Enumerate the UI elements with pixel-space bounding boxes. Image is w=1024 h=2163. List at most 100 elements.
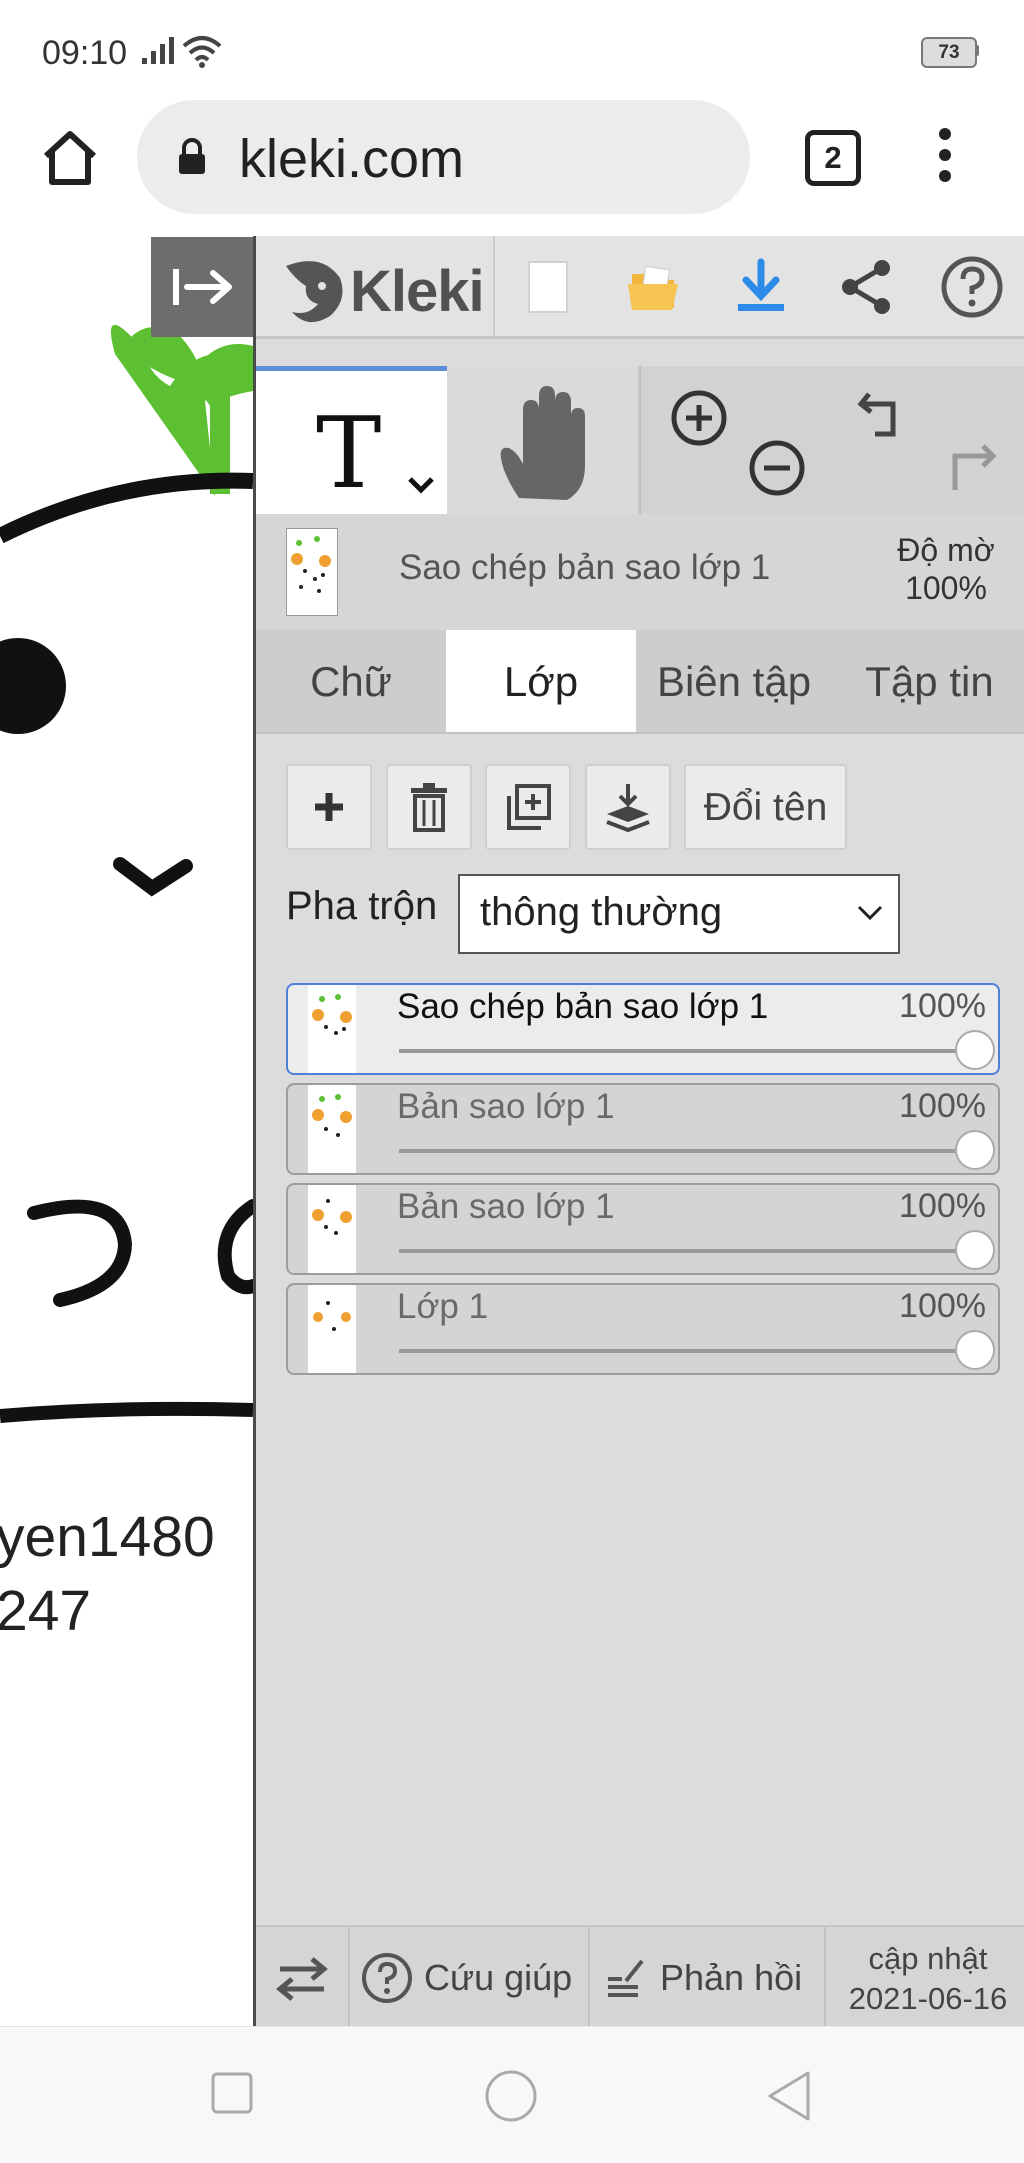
recent-apps-icon[interactable]	[210, 2071, 254, 2115]
layer-opacity-slider-track[interactable]	[399, 1349, 974, 1353]
layer-opacity-slider-track[interactable]	[399, 1249, 974, 1253]
zoom-in-icon[interactable]	[669, 388, 729, 448]
layer-thumbnail	[308, 985, 356, 1073]
update-date: 2021-06-16	[848, 1981, 1008, 2016]
layer-thumbnail	[308, 1285, 356, 1373]
layer-thumbnail	[308, 1085, 356, 1173]
collapse-arrow-icon	[173, 269, 232, 305]
toolbar-divider	[493, 236, 495, 336]
layer-thumbnail-image	[313, 1301, 351, 1331]
zoom-controls	[639, 366, 833, 514]
merge-down-icon	[606, 784, 650, 832]
trash-icon	[411, 783, 447, 832]
layer-opacity-slider-track[interactable]	[399, 1049, 974, 1053]
layers-section: Đổi tên Pha trộn thông thường Sao chép b…	[256, 734, 1024, 1909]
tool-row: T	[256, 366, 1024, 516]
layer-item[interactable]: Bản sao lớp 1 100%	[286, 1083, 1000, 1175]
plus-icon	[315, 793, 343, 821]
tab-layers[interactable]: Lớp	[446, 630, 636, 732]
layer-item[interactable]: Lớp 1 100%	[286, 1283, 1000, 1375]
battery-indicator: 73	[921, 37, 977, 68]
current-layer-thumbnail	[286, 528, 338, 616]
delete-layer-button[interactable]	[386, 764, 472, 850]
history-controls	[831, 366, 1024, 514]
add-layer-button[interactable]	[286, 764, 372, 850]
canvas-text-line1: yen1480	[0, 1505, 215, 1569]
duplicate-icon	[507, 784, 551, 830]
update-label: cập nhật	[868, 1941, 988, 1976]
hand-icon	[500, 386, 585, 500]
hand-tool-button[interactable]	[447, 366, 637, 514]
collapse-panel-button[interactable]	[151, 237, 253, 337]
app-name: Kleki	[350, 259, 485, 324]
zoom-out-icon[interactable]	[747, 438, 807, 498]
layer-name: Bản sao lớp 1	[397, 1187, 615, 1226]
signal-icon	[142, 37, 174, 64]
layer-opacity-slider-handle[interactable]	[955, 1330, 995, 1370]
layer-opacity: 100%	[899, 1087, 986, 1125]
layer-name: Bản sao lớp 1	[397, 1087, 615, 1126]
merge-down-button[interactable]	[585, 764, 671, 850]
layer-opacity: 100%	[899, 1287, 986, 1325]
layer-opacity-slider-handle[interactable]	[955, 1130, 995, 1170]
kleki-logo-icon	[286, 261, 343, 323]
swap-sides-icon[interactable]	[274, 1953, 330, 2005]
help-icon[interactable]	[939, 254, 1005, 320]
current-layer-info: Sao chép bản sao lớp 1 Độ mờ 100%	[256, 514, 1024, 630]
share-icon[interactable]	[834, 254, 900, 320]
layer-opacity: 100%	[899, 1187, 986, 1225]
home-icon[interactable]	[40, 128, 100, 188]
tab-switcher-button[interactable]: 2	[805, 130, 861, 186]
android-navigation-bar	[0, 2026, 1024, 2163]
browser-menu-icon[interactable]	[930, 128, 960, 188]
help-button[interactable]: Cứu giúp	[350, 1927, 582, 2028]
layer-thumbnail-image	[312, 1094, 352, 1137]
layer-thumbnail-image	[291, 536, 331, 593]
download-icon[interactable]	[728, 254, 794, 320]
tab-edit[interactable]: Biên tập	[636, 630, 832, 732]
duplicate-layer-button[interactable]	[485, 764, 571, 850]
redo-icon[interactable]	[939, 440, 999, 500]
new-file-icon[interactable]	[514, 254, 580, 320]
layer-name: Lớp 1	[397, 1287, 489, 1326]
layer-name: Sao chép bản sao lớp 1	[397, 987, 769, 1026]
text-tool-button[interactable]: T	[256, 366, 447, 514]
wifi-icon	[182, 36, 222, 68]
tab-text[interactable]: Chữ	[256, 630, 446, 732]
opacity-label: Độ mờ	[897, 532, 995, 568]
rename-layer-button[interactable]: Đổi tên	[684, 764, 847, 850]
current-layer-name: Sao chép bản sao lớp 1	[399, 548, 771, 587]
layer-item[interactable]: Sao chép bản sao lớp 1 100%	[286, 983, 1000, 1075]
panel-footer: Cứu giúp Phản hồi cập nhật 2021-06-16	[256, 1925, 1024, 2028]
layer-item[interactable]: Bản sao lớp 1 100%	[286, 1183, 1000, 1275]
browser-toolbar: kleki.com 2	[0, 100, 1024, 238]
undo-icon[interactable]	[853, 386, 913, 446]
canvas-drawing	[0, 324, 253, 1423]
home-circle-icon[interactable]	[484, 2069, 538, 2123]
layer-opacity: 100%	[899, 987, 986, 1025]
layer-thumbnail-image	[312, 1199, 352, 1235]
battery-tip	[975, 45, 979, 56]
blend-mode-select[interactable]: thông thường	[458, 874, 900, 954]
footer-divider	[824, 1927, 826, 2028]
feedback-button[interactable]: Phản hồi	[590, 1927, 822, 2028]
drawing-canvas[interactable]: yen1480 247	[0, 236, 253, 2026]
tab-file[interactable]: Tập tin	[832, 630, 1024, 732]
back-triangle-icon[interactable]	[764, 2069, 814, 2123]
layer-opacity-slider-track[interactable]	[399, 1149, 974, 1153]
feedback-pen-icon	[608, 1959, 644, 1997]
status-bar: 09:10 73	[0, 0, 1024, 100]
layer-opacity-slider-handle[interactable]	[955, 1230, 995, 1270]
chevron-down-icon[interactable]	[406, 475, 436, 495]
url-text: kleki.com	[239, 129, 465, 189]
opacity-value: 100%	[905, 570, 987, 606]
help-circle-icon	[362, 1953, 412, 2003]
layer-opacity-slider-handle[interactable]	[955, 1030, 995, 1070]
canvas-text-line2: 247	[0, 1579, 92, 1643]
status-time: 09:10	[42, 34, 128, 72]
open-folder-icon[interactable]	[622, 254, 688, 320]
text-tool-icon: T	[316, 397, 382, 511]
kleki-side-panel: Kleki T Sao chép bản sao lớp 1 Độ mờ 100…	[253, 236, 1024, 2028]
address-bar[interactable]: kleki.com	[137, 100, 750, 214]
help-label: Cứu giúp	[424, 1957, 573, 1998]
